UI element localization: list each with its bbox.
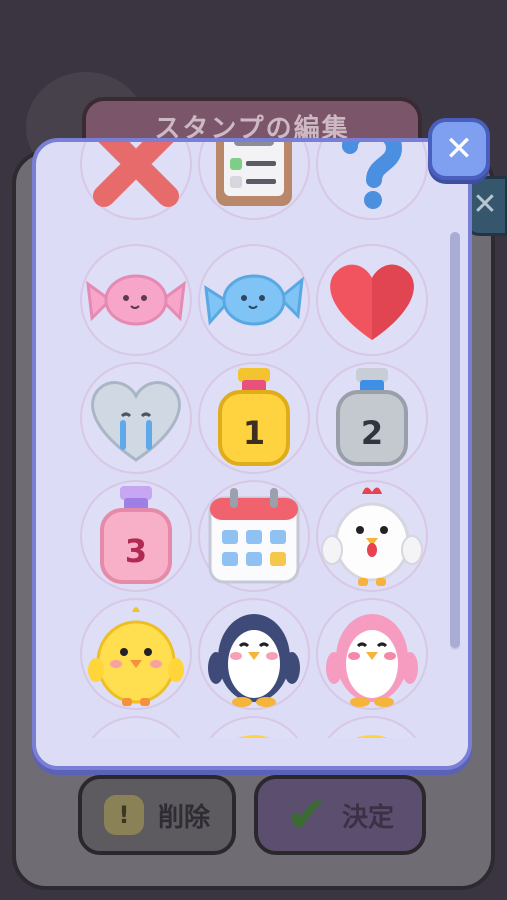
heart-icon (330, 264, 414, 340)
stamp-pink-candy[interactable] (80, 244, 192, 356)
stamp-silver-medal[interactable]: 2 (316, 362, 428, 474)
gold-medal-icon: 1 (218, 368, 290, 466)
stamp-pink-penguin[interactable] (316, 598, 428, 710)
striped-cup-icon (94, 741, 178, 766)
pink-candy-icon (86, 274, 186, 326)
penguin-icon (208, 614, 300, 707)
confirm-button: ✔ 決定 (254, 775, 426, 855)
stamp-checklist[interactable] (198, 142, 310, 220)
delete-button: ! 削除 (78, 775, 236, 855)
x-mark-icon (93, 142, 179, 207)
stamp-penguin[interactable] (198, 598, 310, 710)
pink-medal-icon: 3 (100, 486, 172, 584)
gold-medal-number: 1 (243, 414, 265, 452)
chicken-icon (321, 487, 423, 586)
confirm-label: 決定 (341, 802, 394, 833)
silver-medal-number: 2 (361, 414, 383, 452)
stamp-partial-2[interactable] (198, 716, 310, 766)
close-button[interactable]: ✕ (428, 118, 490, 180)
delete-icon: ! (103, 795, 144, 835)
delete-label: 削除 (157, 802, 210, 833)
stamp-picker-dialog: 1 2 3 (32, 138, 472, 770)
calendar-icon (208, 488, 300, 584)
stamp-chick[interactable] (80, 598, 192, 710)
blue-candy-icon (204, 274, 304, 326)
scrollbar-track[interactable] (450, 232, 460, 650)
stamp-partial-3[interactable] (316, 716, 428, 766)
stamp-chicken[interactable] (316, 480, 428, 592)
stamp-gold-medal[interactable]: 1 (198, 362, 310, 474)
yellow-dome-icon (204, 735, 304, 766)
yellow-dome-icon (322, 735, 422, 766)
pink-penguin-icon (326, 614, 418, 707)
stamp-pink-medal[interactable]: 3 (80, 480, 192, 592)
crying-heart-icon (91, 381, 181, 462)
scrollbar-thumb[interactable] (450, 232, 460, 648)
pink-medal-number: 3 (125, 532, 147, 570)
chick-icon (88, 607, 184, 706)
clipboard-icon (216, 142, 292, 206)
stamp-red-heart[interactable] (316, 244, 428, 356)
silver-medal-icon: 2 (336, 368, 408, 466)
stamp-blue-candy[interactable] (198, 244, 310, 356)
stamp-question-mark[interactable] (316, 142, 428, 220)
stamp-partial-1[interactable] (80, 716, 192, 766)
checkmark-icon: ✔ (286, 786, 328, 844)
stamp-calendar[interactable] (198, 480, 310, 592)
close-icon: ✕ (444, 129, 474, 169)
question-mark-icon (342, 142, 403, 209)
stamp-crying-heart[interactable] (80, 362, 192, 474)
stamp-x-mark[interactable] (80, 142, 192, 220)
